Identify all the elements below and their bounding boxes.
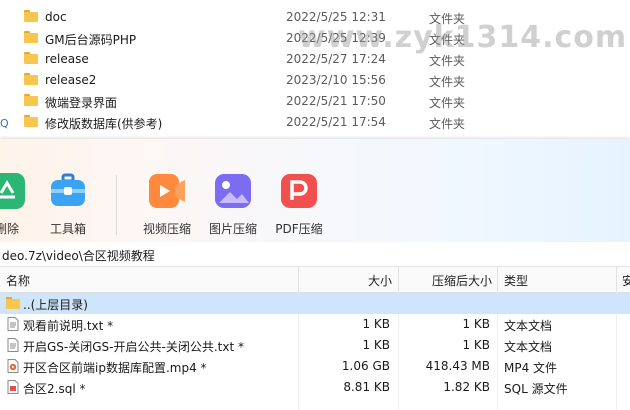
explorer-row[interactable]: release2 2023/2/10 15:56 文件夹 <box>0 70 630 91</box>
file-name: 开区合区前端ip数据库配置.mp4 * <box>23 361 207 375</box>
file-packed-size: 1 KB <box>462 338 490 352</box>
image-compress-button[interactable]: 图片压缩 <box>198 169 268 237</box>
explorer-type: 文件夹 <box>429 117 466 131</box>
file-type: SQL 源文件 <box>504 382 568 396</box>
archiver-window: 删除 工具箱 视频压缩 图片压缩 PDF压缩 deo.7z\video\合区视频… <box>0 139 630 410</box>
pdf-compress-icon <box>277 169 321 213</box>
explorer-date: 2023/2/10 15:56 <box>286 73 386 87</box>
recycle-icon <box>0 169 29 213</box>
folder-icon <box>24 73 38 85</box>
file-size: 1.06 GB <box>341 359 390 373</box>
folder-icon <box>24 31 38 43</box>
explorer-name: GM后台源码PHP <box>45 33 137 47</box>
folder-icon <box>24 115 38 127</box>
column-divider[interactable] <box>616 267 617 292</box>
explorer-name: release <box>45 52 89 66</box>
folder-icon <box>24 94 38 106</box>
file-name: 观看前说明.txt * <box>23 319 114 333</box>
text-file-icon <box>7 338 19 355</box>
file-size: 8.81 KB <box>343 380 390 394</box>
folder-icon <box>24 10 38 22</box>
explorer-date: 2022/5/21 17:54 <box>286 115 386 129</box>
explorer-name: 修改版数据库(供参考) <box>45 117 163 131</box>
text-file-icon <box>7 317 19 334</box>
file-type: 文本文档 <box>504 319 553 333</box>
column-size[interactable]: 大小 <box>368 272 392 289</box>
video-compress-button[interactable]: 视频压缩 <box>132 169 202 237</box>
explorer-date: 2022/5/21 17:50 <box>286 94 386 108</box>
explorer-name: doc <box>45 10 67 24</box>
column-divider[interactable] <box>497 267 498 292</box>
sql-file-icon <box>7 380 19 397</box>
file-size: 1 KB <box>362 317 390 331</box>
column-extra[interactable]: 安 <box>622 272 630 289</box>
table-row[interactable]: ..(上层目录) <box>0 293 630 314</box>
file-name: ..(上层目录) <box>23 298 88 312</box>
column-packed[interactable]: 压缩后大小 <box>432 272 492 289</box>
file-name: 合区2.sql * <box>23 382 86 396</box>
table-row[interactable]: 开区合区前端ip数据库配置.mp4 * 1.06 GB 418.43 MB MP… <box>0 356 630 377</box>
video-compress-label: 视频压缩 <box>142 222 191 236</box>
column-divider[interactable] <box>398 267 399 292</box>
file-packed-size: 418.43 MB <box>425 359 490 373</box>
file-type: MP4 文件 <box>504 361 558 375</box>
pdf-compress-label: PDF压缩 <box>275 222 323 236</box>
toolbar: 删除 工具箱 视频压缩 图片压缩 PDF压缩 <box>0 139 630 242</box>
folder-icon <box>6 297 20 312</box>
column-divider[interactable] <box>298 267 299 292</box>
column-header: 名称 大小 压缩后大小 类型 安 <box>0 267 630 293</box>
nav-pane-glyph: Q <box>0 117 9 130</box>
explorer-name: release2 <box>45 73 97 87</box>
watermark: www.zyk1314.com <box>298 20 628 55</box>
pdf-compress-button[interactable]: PDF压缩 <box>264 169 334 237</box>
toolbox-icon <box>46 169 90 213</box>
image-compress-icon <box>211 169 255 213</box>
file-size: 1 KB <box>362 338 390 352</box>
address-bar[interactable]: deo.7z\video\合区视频教程 <box>0 243 630 267</box>
toolbar-divider <box>116 175 117 235</box>
image-compress-label: 图片压缩 <box>208 222 257 236</box>
toolbox-label: 工具箱 <box>49 222 86 236</box>
table-row[interactable]: 开启GS-关闭GS-开启公共-关闭公共.txt * 1 KB 1 KB 文本文档 <box>0 335 630 356</box>
file-packed-size: 1.82 KB <box>443 380 490 394</box>
toolbox-button[interactable]: 工具箱 <box>33 169 103 237</box>
video-compress-icon <box>145 169 189 213</box>
address-path: deo.7z\video\合区视频教程 <box>2 249 155 263</box>
column-name[interactable]: 名称 <box>6 272 30 289</box>
file-name: 开启GS-关闭GS-开启公共-关闭公共.txt * <box>23 340 244 354</box>
video-file-icon <box>7 359 19 376</box>
folder-icon <box>24 52 38 64</box>
explorer-type: 文件夹 <box>429 75 466 89</box>
table-row[interactable]: 合区2.sql * 8.81 KB 1.82 KB SQL 源文件 <box>0 377 630 398</box>
explorer-name: 微端登录界面 <box>45 96 118 110</box>
explorer-file-list: doc 2022/5/25 12:31 文件夹 GM后台源码PHP 2022/5… <box>0 0 630 140</box>
file-type: 文本文档 <box>504 340 553 354</box>
explorer-type: 文件夹 <box>429 96 466 110</box>
table-row[interactable]: 观看前说明.txt * 1 KB 1 KB 文本文档 <box>0 314 630 335</box>
column-type[interactable]: 类型 <box>504 272 528 289</box>
file-packed-size: 1 KB <box>462 317 490 331</box>
explorer-row[interactable]: 微端登录界面 2022/5/21 17:50 文件夹 <box>0 91 630 112</box>
explorer-row[interactable]: 修改版数据库(供参考) 2022/5/21 17:54 文件夹 <box>0 112 630 133</box>
